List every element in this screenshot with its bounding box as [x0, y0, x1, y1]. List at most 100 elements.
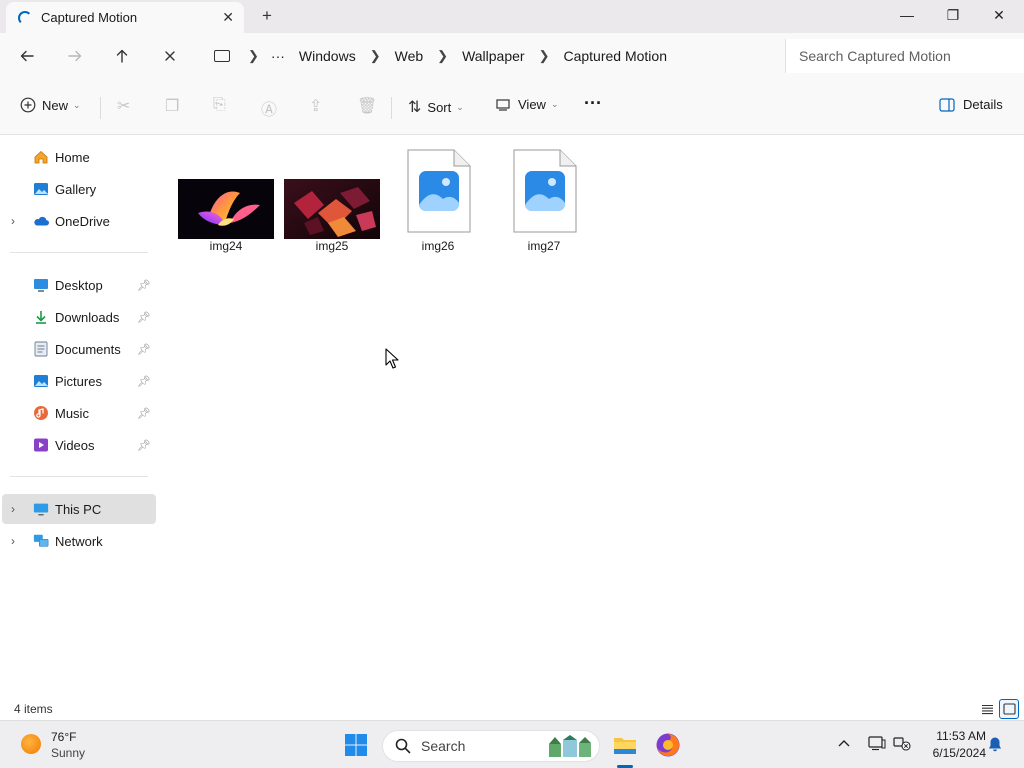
taskbar: 76°F Sunny Search 11:53 AM 6/15/2024 — [0, 720, 1024, 768]
new-tab-button[interactable]: + — [262, 6, 272, 26]
img25-thumbnail — [284, 179, 380, 239]
file-item[interactable]: img27 — [494, 147, 594, 259]
tiles-view-icon — [1002, 703, 1016, 715]
sidebar-item-music[interactable]: Music 📌︎ — [2, 398, 156, 428]
sidebar-item-home[interactable]: Home — [2, 142, 156, 172]
notifications-bell-icon[interactable] — [988, 736, 1002, 756]
sidebar-item-pictures[interactable]: Pictures 📌︎ — [2, 366, 156, 396]
new-button[interactable]: New ⌄ — [20, 97, 81, 113]
sidebar-item-label: Home — [55, 149, 90, 165]
maximize-button[interactable]: ❐ — [930, 0, 976, 30]
sunny-weather-icon[interactable] — [21, 734, 41, 754]
file-name: img24 — [209, 239, 243, 253]
tab-close-button[interactable]: ✕ — [222, 9, 234, 26]
stop-loading-button[interactable] — [159, 45, 181, 67]
sidebar-item-label: Videos — [55, 437, 95, 453]
chevron-right-icon[interactable]: ❯ — [248, 48, 259, 64]
breadcrumb-windows[interactable]: Windows — [299, 48, 356, 64]
delete-icon[interactable]: 🗑︎ — [357, 96, 377, 116]
share-icon[interactable]: ⇪ — [309, 96, 322, 116]
file-explorer-taskbar-icon[interactable] — [612, 732, 638, 758]
file-item[interactable]: img24 — [176, 147, 276, 259]
copy-icon[interactable]: ❐ — [165, 96, 179, 116]
loading-spinner-icon — [18, 10, 32, 25]
rename-icon[interactable]: Ⓐ — [261, 96, 277, 120]
pin-icon[interactable]: 📌︎ — [137, 439, 151, 452]
sidebar-item-documents[interactable]: Documents 📌︎ — [2, 334, 156, 364]
stop-icon — [165, 51, 175, 61]
view-button[interactable]: View ⌄ — [496, 97, 559, 112]
onedrive-icon — [33, 213, 49, 229]
chevron-right-icon[interactable]: › — [11, 534, 15, 548]
videos-icon — [33, 437, 49, 453]
search-input[interactable]: Search Captured Motion — [785, 39, 1024, 73]
mouse-cursor-icon — [385, 348, 399, 369]
pin-icon[interactable]: 📌︎ — [137, 407, 151, 420]
chevron-right-icon[interactable]: ❯ — [437, 48, 448, 64]
view-icon — [496, 98, 510, 111]
firefox-taskbar-icon[interactable] — [655, 732, 681, 758]
sidebar-item-label: Pictures — [55, 373, 102, 389]
network-disconnected-icon[interactable] — [893, 735, 911, 754]
sidebar-item-network[interactable]: › Network — [2, 526, 156, 556]
chevron-down-icon: ⌄ — [456, 101, 464, 112]
pin-icon[interactable]: 📌︎ — [137, 375, 151, 388]
up-button[interactable] — [111, 45, 133, 67]
breadcrumb-wallpaper[interactable]: Wallpaper — [462, 48, 525, 64]
sidebar-item-onedrive[interactable]: › OneDrive — [2, 206, 156, 236]
pin-icon[interactable]: 📌︎ — [137, 279, 151, 292]
plus-circle-icon — [20, 97, 36, 113]
sidebar-item-label: Desktop — [55, 277, 103, 293]
tab-captured-motion[interactable]: Captured Motion ✕ — [6, 2, 244, 33]
chevron-right-icon[interactable]: ❯ — [370, 48, 381, 64]
sort-button[interactable]: ⇅ Sort ⌄ — [408, 97, 464, 117]
show-hidden-icons-chevron-icon[interactable] — [838, 735, 850, 750]
music-icon — [33, 405, 49, 421]
breadcrumb-overflow[interactable]: ··· — [271, 48, 285, 64]
sidebar-item-videos[interactable]: Videos 📌︎ — [2, 430, 156, 460]
weather-condition[interactable]: Sunny — [51, 746, 85, 760]
file-item[interactable]: img26 — [388, 147, 488, 259]
pin-icon[interactable]: 📌︎ — [137, 311, 151, 324]
cut-icon[interactable]: ✂ — [117, 96, 130, 116]
device-settings-icon[interactable] — [868, 735, 886, 754]
system-clock[interactable]: 11:53 AM 6/15/2024 — [918, 728, 986, 762]
large-icons-view-toggle[interactable] — [999, 699, 1019, 719]
back-button[interactable] — [16, 45, 38, 67]
minimize-button[interactable]: — — [884, 0, 930, 30]
search-icon — [395, 738, 411, 754]
list-view-icon — [981, 704, 993, 714]
network-icon — [33, 533, 49, 549]
pictures-icon — [33, 373, 49, 389]
details-button[interactable]: Details — [939, 97, 1003, 112]
file-item[interactable]: img25 — [282, 147, 382, 259]
chevron-right-icon[interactable]: › — [11, 214, 15, 228]
home-icon — [33, 149, 49, 165]
title-bar: Captured Motion ✕ + — ❐ ✕ — [0, 0, 1024, 33]
details-view-toggle[interactable] — [977, 699, 997, 719]
sidebar-item-desktop[interactable]: Desktop 📌︎ — [2, 270, 156, 300]
this-pc-icon[interactable] — [214, 50, 230, 62]
chevron-right-icon[interactable]: › — [11, 502, 15, 516]
breadcrumb-web[interactable]: Web — [395, 48, 424, 64]
image-file-icon — [407, 149, 471, 233]
taskbar-search-box[interactable]: Search — [382, 730, 600, 762]
weather-temperature[interactable]: 76°F — [51, 730, 76, 744]
back-arrow-icon — [20, 50, 34, 62]
clock-time: 11:53 AM — [936, 729, 986, 743]
sidebar-item-gallery[interactable]: Gallery — [2, 174, 156, 204]
sort-icon: ⇅ — [408, 99, 422, 116]
sidebar-item-this-pc[interactable]: › This PC — [2, 494, 156, 524]
file-name: img25 — [315, 239, 349, 253]
breadcrumb-captured-motion[interactable]: Captured Motion — [563, 48, 667, 64]
chevron-right-icon[interactable]: ❯ — [539, 48, 550, 64]
sidebar-item-downloads[interactable]: Downloads 📌︎ — [2, 302, 156, 332]
more-options-button[interactable]: ··· — [584, 93, 602, 114]
paste-icon[interactable]: ⎘ — [213, 96, 226, 114]
close-button[interactable]: ✕ — [976, 0, 1022, 30]
file-name: img26 — [421, 239, 455, 253]
windows-start-icon[interactable] — [344, 733, 368, 757]
forward-button[interactable] — [64, 45, 86, 67]
pin-icon[interactable]: 📌︎ — [137, 343, 151, 356]
sidebar-item-label: OneDrive — [55, 213, 110, 229]
